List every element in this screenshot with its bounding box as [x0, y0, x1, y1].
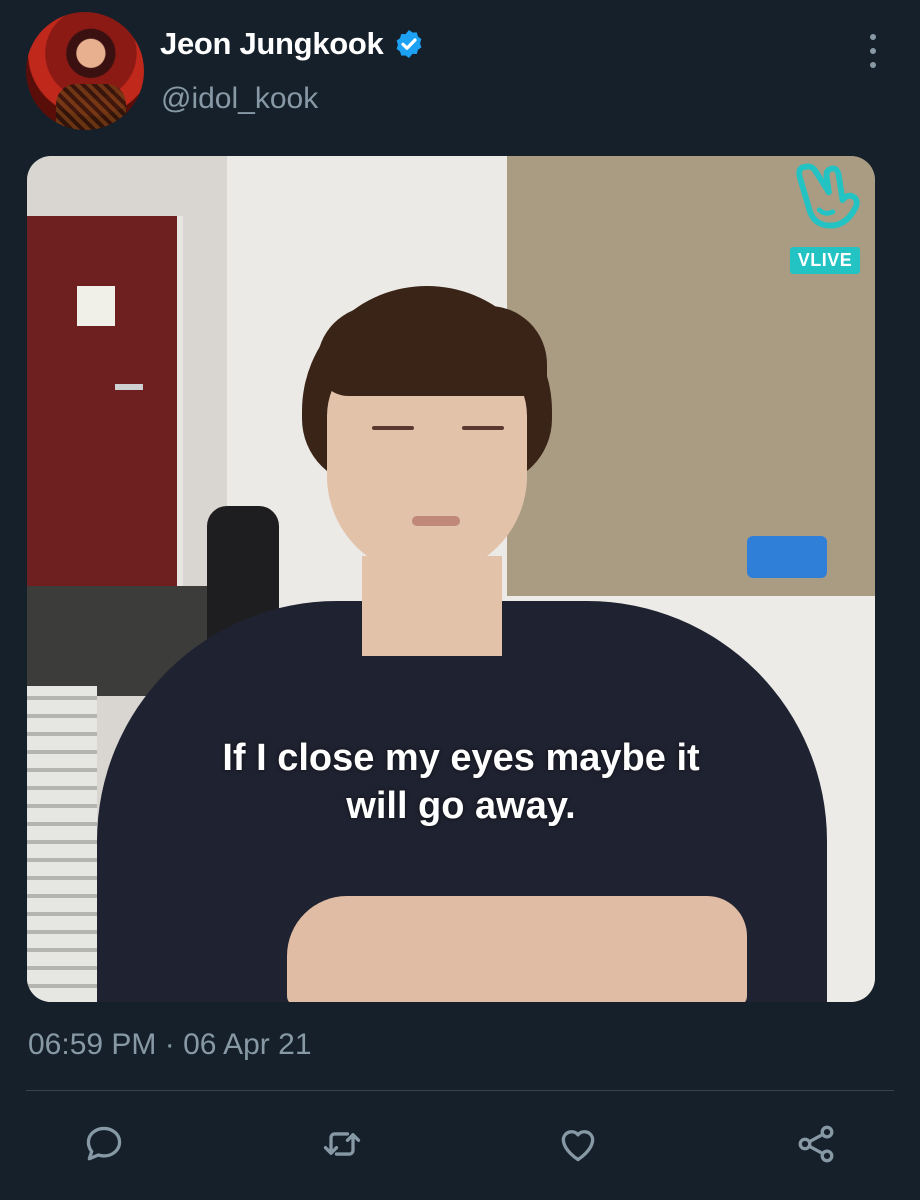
photo-mouth [412, 516, 460, 526]
photo-lamp [747, 536, 827, 578]
more-vertical-icon[interactable] [858, 34, 888, 68]
image-caption-line2: will go away. [346, 785, 576, 827]
heart-icon [561, 1130, 595, 1162]
share-icon [798, 1125, 834, 1163]
photo-door-plate [77, 286, 115, 326]
photo-eye-right [462, 426, 504, 430]
author-name[interactable]: Jeon Jungkook [160, 26, 384, 62]
vlive-label: VLIVE [789, 247, 861, 274]
photo-door-handle [115, 384, 143, 390]
image-caption: If I close my eyes maybe it will go away… [27, 734, 875, 830]
photo-arms [287, 896, 747, 1002]
author-handle[interactable]: @idol_kook [161, 82, 318, 116]
vlive-watermark: VLIVE [782, 161, 868, 283]
tweet-timestamp[interactable]: 06:59 PM · 06 Apr 21 [28, 1028, 312, 1062]
photo-door [27, 216, 183, 586]
divider [26, 1090, 894, 1091]
author-avatar[interactable] [26, 12, 144, 130]
author-name-row[interactable]: Jeon Jungkook [160, 26, 425, 62]
reply-button[interactable] [80, 1120, 128, 1168]
photo-eye-left [372, 426, 414, 430]
photo-fringe [317, 306, 547, 396]
vlive-logo-icon [796, 163, 860, 229]
tweet-actions-bar [0, 1120, 920, 1170]
retweet-button[interactable] [318, 1120, 366, 1168]
reply-icon [86, 1126, 122, 1161]
image-caption-line1: If I close my eyes maybe it [222, 737, 700, 779]
like-button[interactable] [554, 1120, 602, 1168]
tweet-media-image[interactable]: VLIVE If I close my eyes maybe it will g… [27, 156, 875, 1002]
retweet-icon [323, 1132, 361, 1156]
verified-badge-icon [397, 30, 422, 58]
share-button[interactable] [792, 1120, 840, 1168]
